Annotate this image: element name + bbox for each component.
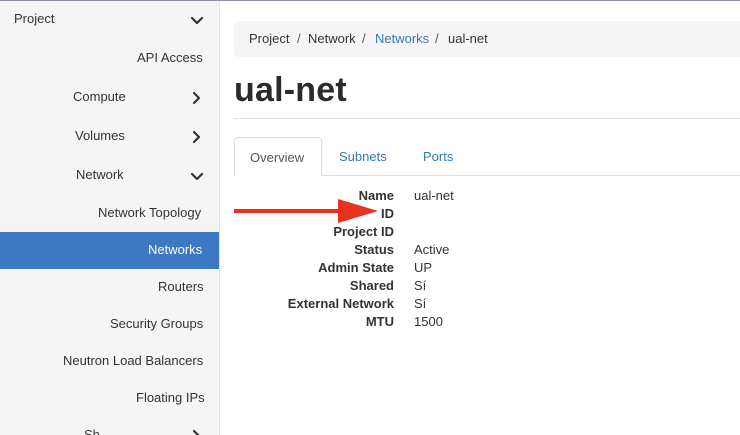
sidebar-item-label: Floating IPs	[136, 390, 205, 405]
tab-label: Ports	[423, 149, 454, 164]
breadcrumb-network: Network	[308, 31, 356, 46]
title-divider	[234, 118, 740, 119]
tab-label: Subnets	[339, 149, 387, 164]
sidebar-item-label: Project	[14, 11, 55, 26]
breadcrumb-project: Project	[249, 31, 290, 46]
sidebar-item-label: Volumes	[75, 128, 125, 143]
sidebar-item-label: Network Topology	[98, 205, 202, 220]
detail-term: Shared	[349, 278, 394, 293]
sidebar-item-project[interactable]: Project	[0, 1, 219, 38]
sidebar-item-neutron-load-balancers[interactable]: Neutron Load Balancers	[0, 343, 219, 380]
red-arrow-annotation-icon	[234, 199, 378, 223]
tab-overview[interactable]: Overview	[234, 137, 322, 177]
chevron-right-icon	[189, 428, 205, 435]
sidebar-item-label: Network	[76, 167, 124, 182]
sidebar-item-label: Routers	[158, 279, 204, 294]
tab-ports[interactable]: Ports	[409, 137, 463, 175]
tab-subnets[interactable]: Subnets	[325, 137, 395, 175]
chevron-down-icon	[189, 169, 205, 185]
sidebar-item-label: Networks	[148, 242, 203, 257]
sidebar-item-network-topology[interactable]: Network Topology	[0, 195, 219, 232]
sidebar-item-label: Security Groups	[110, 316, 204, 331]
breadcrumb-current: ual-net	[448, 31, 488, 46]
breadcrumb: Project / Network / Networks / ual-net	[234, 21, 740, 57]
detail-value: Active	[414, 242, 450, 257]
detail-value: ual-net	[414, 188, 454, 203]
detail-value: UP	[414, 260, 433, 275]
breadcrumb-separator: /	[435, 31, 439, 46]
sidebar-item-routers[interactable]: Routers	[0, 269, 219, 306]
chevron-right-icon	[189, 90, 205, 106]
breadcrumb-networks-link[interactable]: Networks	[375, 31, 429, 46]
detail-term: MTU	[365, 314, 394, 329]
sidebar-item-next-section[interactable]: Sh	[0, 417, 219, 435]
sidebar-item-label: API Access	[137, 50, 203, 65]
sidebar-item-label: Compute	[73, 89, 126, 104]
chevron-down-icon	[189, 13, 205, 29]
sidebar-item-compute[interactable]: Compute	[0, 79, 219, 116]
sidebar-item-api-access[interactable]: API Access	[0, 40, 219, 77]
detail-term: External Network	[287, 296, 394, 311]
detail-value: Sí	[414, 278, 427, 293]
sidebar-item-volumes[interactable]: Volumes	[0, 118, 219, 155]
sidebar-item-label: Neutron Load Balancers	[63, 353, 204, 368]
detail-term: Admin State	[318, 260, 394, 275]
detail-value: 1500	[414, 314, 443, 329]
sidebar-item-label: Sh	[84, 427, 100, 435]
main-content: Project / Network / Networks / ual-net u…	[219, 1, 740, 435]
sidebar-item-floating-ips[interactable]: Floating IPs	[0, 380, 219, 417]
breadcrumb-separator: /	[362, 31, 366, 46]
breadcrumb-separator: /	[297, 31, 301, 46]
sidebar: Project API Access Compute Volumes Netwo…	[0, 1, 220, 435]
sidebar-item-networks[interactable]: Networks	[0, 232, 219, 269]
chevron-right-icon	[189, 129, 205, 145]
page-title: ual-net	[234, 71, 347, 109]
sidebar-item-network[interactable]: Network	[0, 157, 219, 194]
detail-value: Sí	[414, 296, 427, 311]
detail-term: Status	[354, 242, 394, 257]
tab-label: Overview	[250, 150, 305, 165]
sidebar-item-security-groups[interactable]: Security Groups	[0, 306, 219, 343]
